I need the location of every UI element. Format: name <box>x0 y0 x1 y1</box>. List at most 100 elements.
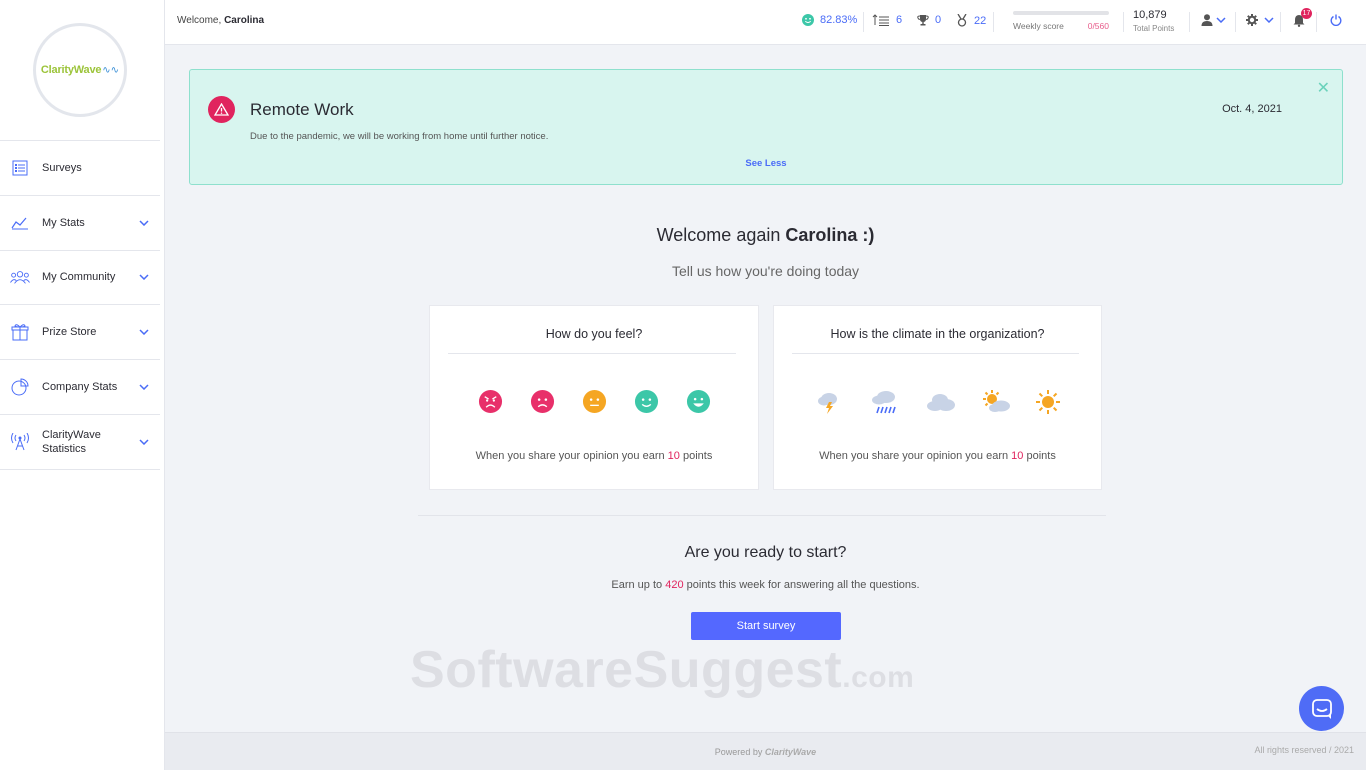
climate-card-note: When you share your opinion you earn 10 … <box>774 450 1101 462</box>
earn-prefix: Earn up to <box>611 579 666 591</box>
banner-date: Oct. 4, 2021 <box>1222 103 1282 115</box>
list-icon <box>10 158 30 178</box>
see-less-link: See Less <box>190 158 1342 169</box>
partly-sunny-icon[interactable] <box>979 389 1013 415</box>
rain-icon[interactable] <box>869 389 901 415</box>
see-less-link-text[interactable]: See Less <box>745 158 786 169</box>
sidebar-item-label: Surveys <box>42 161 82 174</box>
weekly-score: Weekly score 0/560 <box>1013 11 1109 31</box>
divider <box>448 353 736 354</box>
logo[interactable]: ClarityWave ∿∿ <box>33 23 127 117</box>
settings-menu[interactable] <box>1246 14 1274 26</box>
sidebar: ClarityWave ∿∿ Surveys My Stats My Commu… <box>0 0 165 770</box>
trophy-icon <box>917 15 929 26</box>
notifications-button[interactable]: 17 <box>1293 8 1312 27</box>
medals-value: 22 <box>974 14 987 27</box>
chat-button[interactable] <box>1299 686 1344 731</box>
smile-face-icon <box>802 14 814 26</box>
storm-icon[interactable] <box>815 389 847 415</box>
page-subtitle: Tell us how you're doing today <box>671 263 860 279</box>
note-prefix: When you share your opinion you earn <box>819 450 1012 462</box>
powered-brand: ClarityWave <box>764 747 817 757</box>
divider <box>418 515 1106 516</box>
welcome-text: Welcome, Carolina <box>177 15 264 26</box>
score-percent-stat[interactable]: 82.83% <box>802 14 857 26</box>
antenna-icon <box>10 432 30 452</box>
divider <box>792 353 1079 354</box>
note-suffix: points <box>679 450 713 462</box>
rights-text: All rights reserved / 2021 <box>1254 745 1354 755</box>
sidebar-item-claritywave-statistics[interactable]: ClarityWave Statistics <box>0 415 160 470</box>
sunny-icon[interactable] <box>1035 389 1061 415</box>
divider <box>1235 12 1236 32</box>
divider <box>993 12 994 32</box>
feel-card: How do you feel? When you share your opi… <box>429 305 759 490</box>
neutral-face-icon[interactable] <box>582 389 607 414</box>
total-points: 10,879 Total Points <box>1133 9 1174 33</box>
happy-face-icon[interactable] <box>686 389 711 414</box>
feel-card-note: When you share your opinion you earn 10 … <box>430 450 758 462</box>
level-stat[interactable]: 6 <box>872 14 902 26</box>
sidebar-item-surveys[interactable]: Surveys <box>0 141 160 196</box>
sidebar-item-company-stats[interactable]: Company Stats <box>0 360 160 415</box>
weekly-score-value: 0/560 <box>1087 21 1109 31</box>
trophies-stat[interactable]: 0 <box>917 14 941 26</box>
divider <box>1123 12 1124 32</box>
total-points-label: Total Points <box>1133 24 1175 33</box>
earn-suffix: points this week for answering all the q… <box>683 579 920 591</box>
earn-points: 420 <box>665 579 684 591</box>
note-suffix: points <box>1023 450 1056 462</box>
powered-prefix: Powered by <box>714 747 765 757</box>
gear-icon <box>1246 14 1258 26</box>
chevron-down-icon <box>1264 17 1274 23</box>
watermark: SoftwareSuggest.com <box>410 640 914 700</box>
chevron-down-icon <box>1216 17 1226 23</box>
level-up-icon <box>872 14 889 26</box>
chevron-down-icon[interactable] <box>138 326 150 338</box>
sidebar-item-label: ClarityWave Statistics <box>42 428 101 455</box>
watermark-suffix: .com <box>842 661 915 694</box>
divider <box>1189 12 1190 32</box>
cloudy-icon[interactable] <box>923 389 957 415</box>
greeting-prefix: Welcome again <box>656 225 786 245</box>
user-name: Carolina <box>224 15 265 26</box>
note-prefix: When you share your opinion you earn <box>475 450 668 462</box>
note-points: 10 <box>1011 450 1024 462</box>
score-percent: 82.83% <box>820 14 858 26</box>
total-points-value: 10,879 <box>1133 9 1167 21</box>
topbar: Welcome, Carolina 82.83% 6 0 22 Weekly s… <box>165 0 1366 45</box>
divider <box>1316 12 1317 32</box>
logo-text: ClarityWave <box>40 64 102 76</box>
chevron-down-icon[interactable] <box>138 381 150 393</box>
earn-text: Earn up to 420 points this week for answ… <box>0 579 1366 591</box>
trophies-value: 0 <box>935 14 942 26</box>
start-survey-button[interactable]: Start survey <box>691 612 841 640</box>
chevron-down-icon[interactable] <box>138 436 150 448</box>
medals-stat[interactable]: 22 <box>956 14 986 27</box>
warning-icon <box>208 96 235 123</box>
power-icon <box>1330 14 1342 26</box>
weekly-score-label: Weekly score <box>1013 21 1064 31</box>
user-icon <box>1201 14 1213 26</box>
close-icon[interactable]: ✕ <box>1317 78 1330 98</box>
user-menu[interactable] <box>1201 14 1226 26</box>
smile-face-icon[interactable] <box>634 389 659 414</box>
logo-area: ClarityWave ∿∿ <box>0 0 160 141</box>
greeting-name: Carolina :) <box>785 225 875 245</box>
climate-card: How is the climate in the organization? … <box>773 305 1102 490</box>
weekly-score-bar <box>1013 11 1109 15</box>
banner-title: Remote Work <box>250 100 354 119</box>
gift-icon <box>10 322 30 342</box>
chat-icon <box>1311 698 1332 719</box>
logo-wave-icon: ∿∿ <box>102 64 120 76</box>
sad-face-icon[interactable] <box>530 389 555 414</box>
divider <box>1280 12 1281 32</box>
medal-icon <box>957 14 967 27</box>
sidebar-item-prize-store[interactable]: Prize Store <box>0 305 160 361</box>
note-points: 10 <box>667 450 680 462</box>
divider <box>863 12 864 32</box>
angry-face-icon[interactable] <box>478 389 503 414</box>
feel-card-title: How do you feel? <box>545 327 643 341</box>
banner-text: Due to the pandemic, we will be working … <box>250 131 549 142</box>
logout-button[interactable] <box>1330 14 1342 26</box>
